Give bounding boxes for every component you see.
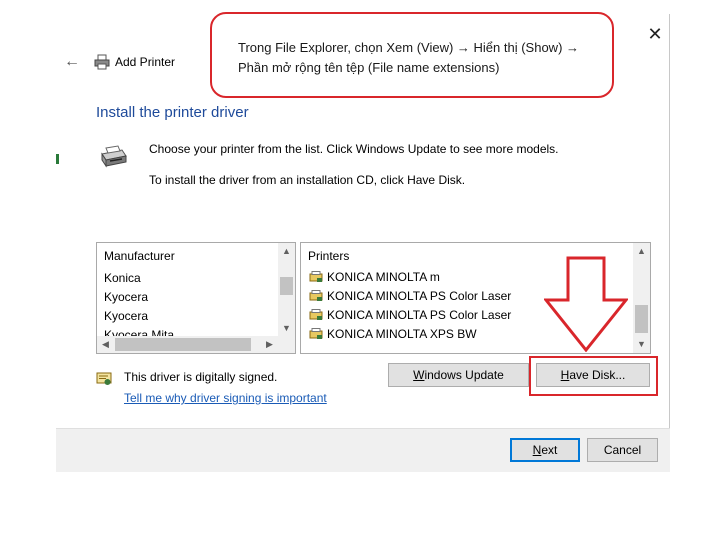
- list-item[interactable]: Kyocera: [104, 309, 148, 323]
- manufacturer-horizontal-scrollbar[interactable]: ◀ ▶: [97, 336, 278, 353]
- scroll-left-icon[interactable]: ◀: [97, 336, 114, 353]
- button-label: indows Update: [424, 368, 504, 382]
- printers-header: Printers: [308, 249, 350, 263]
- printer-name: KONICA MINOLTA XPS BW: [327, 327, 477, 341]
- scroll-thumb[interactable]: [635, 305, 648, 333]
- scroll-up-icon[interactable]: ▲: [278, 243, 295, 260]
- signed-printer-icon: [309, 309, 323, 320]
- list-item[interactable]: KONICA MINOLTA PS Color Laser: [309, 289, 511, 303]
- side-marker: [56, 154, 59, 164]
- signed-printer-icon: [309, 290, 323, 301]
- back-arrow-icon[interactable]: ←: [64, 53, 82, 71]
- scroll-corner: [278, 336, 295, 353]
- mnemonic: W: [413, 368, 425, 382]
- close-icon[interactable]: ✕: [645, 24, 665, 44]
- down-arrow-icon: [544, 256, 628, 352]
- scroll-thumb[interactable]: [115, 338, 251, 351]
- annotation-callout: Trong File Explorer, chọn Xem (View) → H…: [210, 12, 614, 98]
- scroll-down-icon[interactable]: ▼: [278, 320, 295, 337]
- annotation-line-1: Trong File Explorer, chọn Xem (View) → H…: [238, 40, 580, 55]
- printer-large-icon: [101, 145, 127, 168]
- description-line-1: Choose your printer from the list. Click…: [149, 142, 559, 156]
- list-item[interactable]: KONICA MINOLTA PS Color Laser: [309, 308, 511, 322]
- printer-name: KONICA MINOLTA PS Color Laser: [327, 308, 512, 322]
- have-disk-highlight: [529, 356, 658, 396]
- cancel-button[interactable]: Cancel: [587, 438, 658, 462]
- manufacturer-list[interactable]: Manufacturer Konica Kyocera Kyocera Kyoc…: [96, 242, 296, 354]
- annotation-line-2: Phần mở rộng tên tệp (File name extensio…: [238, 60, 500, 75]
- signed-printer-icon: [309, 271, 323, 282]
- list-item[interactable]: Konica: [104, 271, 141, 285]
- button-label: ext: [541, 443, 558, 457]
- description-line-2: To install the driver from an installati…: [149, 173, 466, 187]
- list-item[interactable]: KONICA MINOLTA XPS BW: [309, 327, 477, 341]
- scroll-down-icon[interactable]: ▼: [633, 336, 650, 353]
- certificate-icon: [96, 372, 112, 385]
- manufacturer-header: Manufacturer: [104, 249, 175, 263]
- list-item[interactable]: Kyocera: [104, 290, 148, 304]
- signed-printer-icon: [309, 328, 323, 339]
- next-button[interactable]: Next: [510, 438, 580, 462]
- windows-update-button[interactable]: Windows Update: [388, 363, 529, 387]
- manufacturer-vertical-scrollbar[interactable]: ▲ ▼: [278, 243, 295, 337]
- printer-icon: [94, 54, 110, 70]
- list-item[interactable]: KONICA MINOLTA m: [309, 270, 440, 284]
- signed-status: This driver is digitally signed.: [124, 370, 278, 384]
- scroll-right-icon[interactable]: ▶: [261, 336, 278, 353]
- scroll-thumb[interactable]: [280, 277, 293, 295]
- driver-signing-link[interactable]: Tell me why driver signing is important: [124, 391, 327, 405]
- window-title: Add Printer: [115, 55, 176, 69]
- printers-vertical-scrollbar[interactable]: ▲ ▼: [633, 243, 650, 353]
- page-heading: Install the printer driver: [96, 104, 249, 121]
- printer-name: KONICA MINOLTA PS Color Laser: [327, 289, 512, 303]
- scroll-up-icon[interactable]: ▲: [633, 243, 650, 260]
- printer-name: KONICA MINOLTA m: [327, 270, 440, 284]
